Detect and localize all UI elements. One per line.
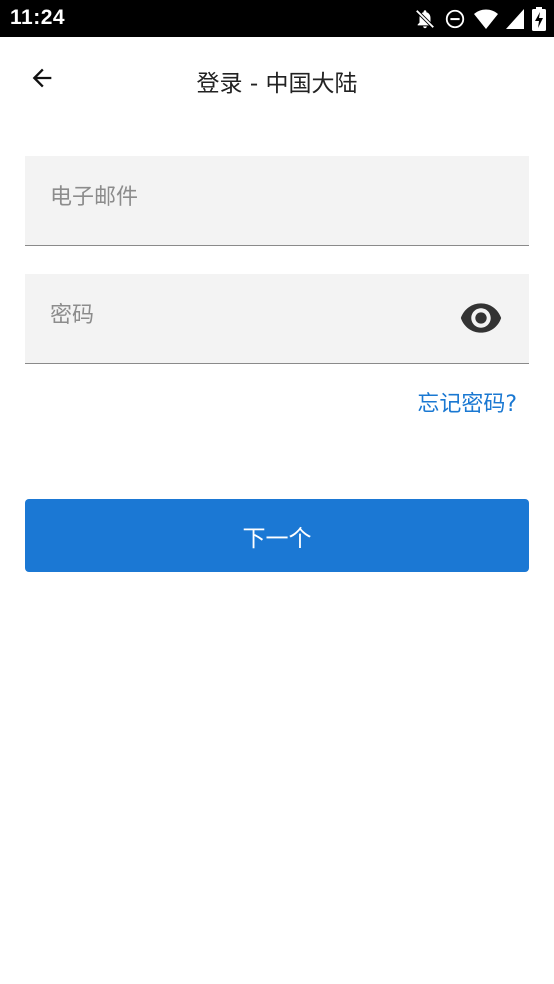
email-field[interactable] (25, 156, 529, 246)
do-not-disturb-icon (444, 8, 466, 30)
app-bar: 登录 - 中国大陆 (0, 37, 554, 123)
password-input[interactable] (25, 274, 529, 363)
show-password-toggle[interactable] (457, 302, 505, 338)
eye-icon (459, 303, 503, 337)
bell-off-icon (414, 8, 436, 30)
forgot-password-link[interactable]: 忘记密码? (417, 386, 517, 418)
status-icons (414, 7, 546, 31)
password-field[interactable] (25, 274, 529, 364)
wifi-icon (474, 8, 498, 30)
email-input[interactable] (25, 156, 529, 245)
page-title: 登录 - 中国大陆 (196, 71, 358, 97)
next-button[interactable]: 下一个 (25, 499, 529, 572)
status-time: 11:24 (10, 6, 66, 29)
status-bar: 11:24 (0, 0, 554, 37)
battery-charging-icon (532, 7, 546, 31)
signal-icon (506, 9, 524, 29)
